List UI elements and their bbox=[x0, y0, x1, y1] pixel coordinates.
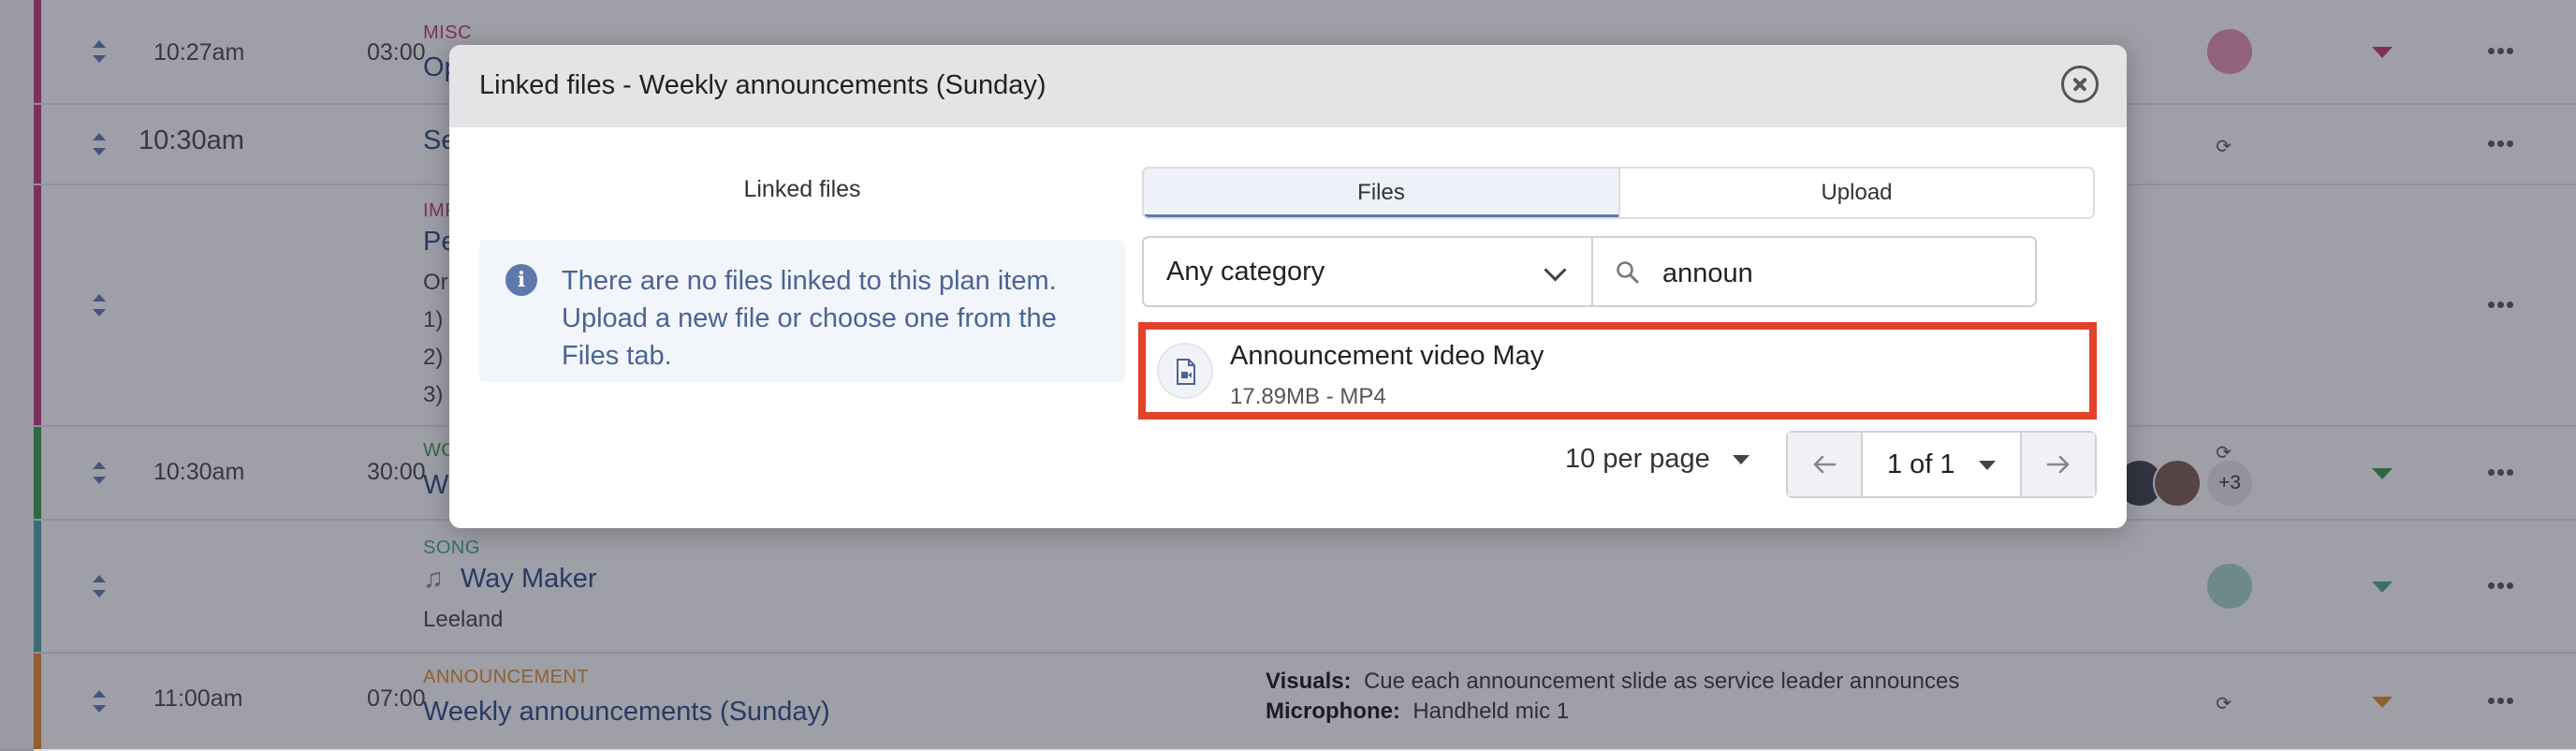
modal-title: Linked files - Weekly announcements (Sun… bbox=[479, 70, 1046, 100]
caret-down-icon bbox=[1732, 455, 1749, 465]
search-icon bbox=[1617, 261, 1639, 284]
file-filter-bar: Any category bbox=[1142, 236, 2037, 307]
linked-files-heading: Linked files bbox=[743, 176, 861, 202]
file-list-item[interactable]: Announcement video May 17.89MB - MP4 bbox=[1138, 322, 2097, 420]
file-meta: 17.89MB - MP4 bbox=[1230, 384, 1386, 409]
per-page-label: 10 per page bbox=[1565, 444, 1710, 474]
search-input[interactable] bbox=[1661, 251, 2020, 296]
category-select[interactable]: Any category bbox=[1144, 238, 1593, 305]
tab-upload[interactable]: Upload bbox=[1618, 169, 2093, 217]
per-page-select[interactable]: 10 per page bbox=[1565, 444, 1749, 475]
pagination: 1 of 1 bbox=[1786, 431, 2097, 498]
previous-page-button[interactable] bbox=[1788, 433, 1863, 496]
empty-state-message: There are no files linked to this plan i… bbox=[562, 266, 1057, 371]
next-page-button[interactable] bbox=[2020, 433, 2095, 496]
video-file-icon bbox=[1157, 343, 1213, 399]
info-icon: i bbox=[505, 264, 537, 296]
page-select[interactable]: 1 of 1 bbox=[1863, 433, 2020, 496]
chevron-down-icon bbox=[1544, 258, 1567, 282]
file-tabs: Files Upload bbox=[1142, 167, 2095, 219]
arrow-right-icon bbox=[2046, 455, 2070, 474]
close-icon[interactable] bbox=[2061, 66, 2099, 103]
empty-state-info: i There are no files linked to this plan… bbox=[479, 240, 1125, 382]
tab-files[interactable]: Files bbox=[1144, 169, 1618, 217]
linked-files-modal: Linked files - Weekly announcements (Sun… bbox=[449, 45, 2127, 528]
category-select-value: Any category bbox=[1166, 257, 1325, 287]
caret-down-icon bbox=[1979, 461, 1996, 470]
file-name: Announcement video May bbox=[1230, 341, 1544, 371]
page-indicator: 1 of 1 bbox=[1887, 449, 1955, 479]
modal-header: Linked files - Weekly announcements (Sun… bbox=[449, 45, 2127, 127]
arrow-left-icon bbox=[1813, 455, 1837, 474]
